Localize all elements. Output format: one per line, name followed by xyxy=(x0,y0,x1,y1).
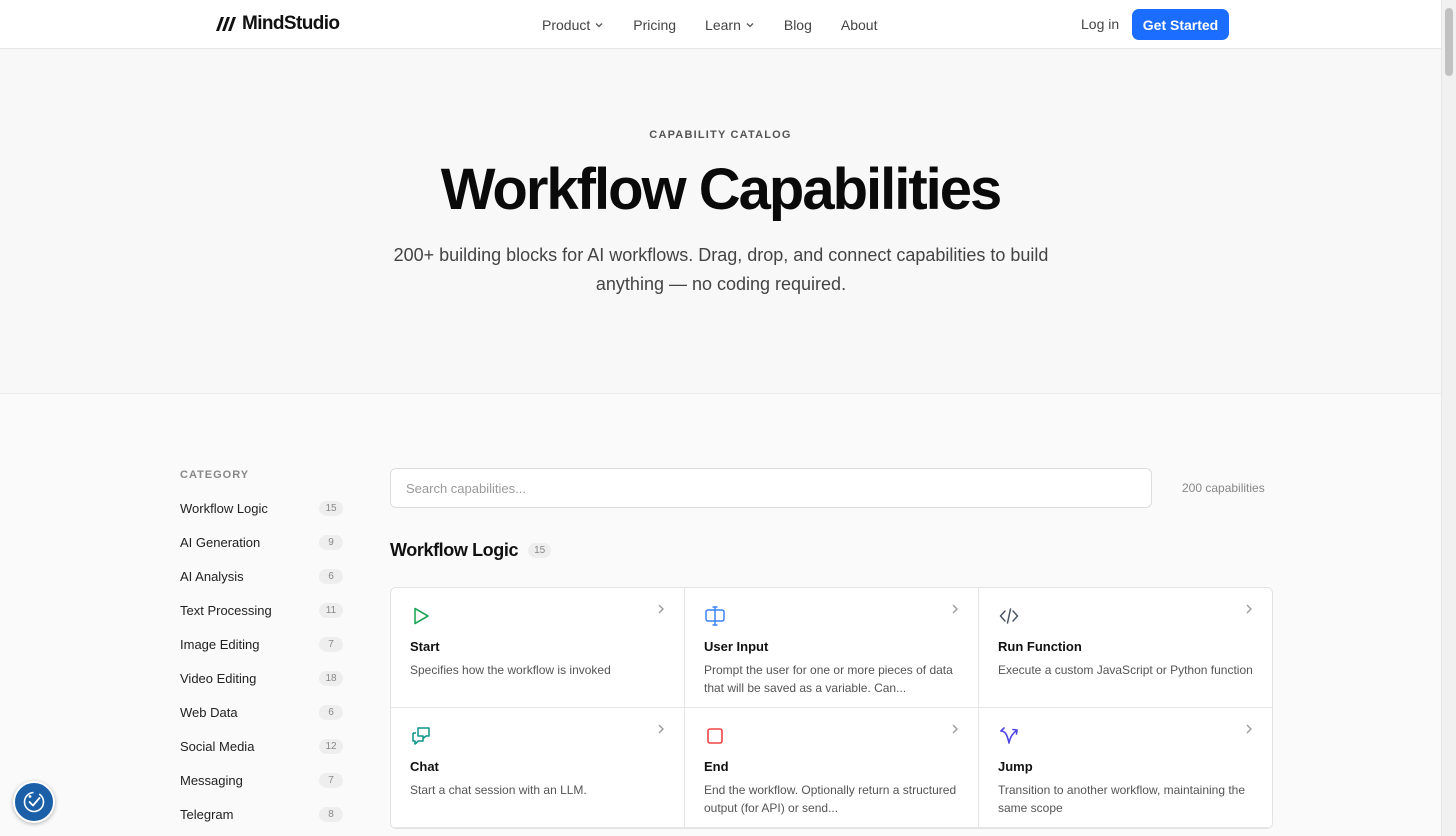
category-item-messaging[interactable]: Messaging 7 xyxy=(180,763,343,797)
chat-icon xyxy=(412,727,430,745)
card-title: Chat xyxy=(410,759,439,774)
category-count-badge: 8 xyxy=(319,806,343,822)
category-item-video-editing[interactable]: Video Editing 18 xyxy=(180,661,343,695)
scrollbar-thumb[interactable] xyxy=(1445,8,1453,76)
page-title: Workflow Capabilities xyxy=(440,157,1003,222)
card-description: Specifies how the workflow is invoked xyxy=(410,663,611,677)
chevron-right-icon xyxy=(952,724,958,734)
accessibility-check-icon xyxy=(23,791,45,813)
capability-count: 200 capabilities xyxy=(1182,481,1265,495)
category-count-badge: 15 xyxy=(319,500,343,516)
capability-card-start[interactable]: Start Specifies how the workflow is invo… xyxy=(391,588,685,708)
card-title: Run Function xyxy=(998,639,1082,654)
category-item-workflow-logic[interactable]: Workflow Logic 15 xyxy=(180,491,343,525)
chevron-down-icon xyxy=(746,22,754,27)
nav-pricing[interactable]: Pricing xyxy=(633,17,676,33)
logo[interactable]: MindStudio xyxy=(214,13,340,35)
card-title: User Input xyxy=(704,639,769,654)
main-nav: Product Pricing Learn Blog About xyxy=(542,0,877,49)
search-input[interactable] xyxy=(390,468,1152,508)
category-item-social-media[interactable]: Social Media 12 xyxy=(180,729,343,763)
category-label: AI Generation xyxy=(180,534,261,550)
nav-product[interactable]: Product xyxy=(542,17,604,33)
category-count-badge: 6 xyxy=(319,568,343,584)
card-description: Prompt the user for one or more pieces o… xyxy=(704,663,953,695)
chevron-down-icon xyxy=(595,22,603,27)
logo-text: MindStudio xyxy=(242,13,340,34)
category-count-badge: 18 xyxy=(319,670,343,686)
get-started-button[interactable]: Get Started xyxy=(1132,9,1229,40)
section-count-badge: 15 xyxy=(528,543,552,558)
section-heading: Workflow Logic 15 xyxy=(390,540,552,561)
page-scrollbar[interactable] xyxy=(1441,0,1456,836)
site-header: MindStudio Product Pricing Learn Blog Ab… xyxy=(0,0,1441,49)
code-icon xyxy=(999,608,1019,624)
category-list: Workflow Logic 15 AI Generation 9 AI Ana… xyxy=(180,491,343,831)
nav-label: Blog xyxy=(783,16,812,33)
hero-eyebrow: CAPABILITY CATALOG xyxy=(649,129,792,141)
category-label: Image Editing xyxy=(180,636,260,652)
chevron-right-icon xyxy=(658,604,664,614)
play-icon xyxy=(414,607,429,625)
chevron-right-icon xyxy=(952,604,958,614)
category-label: Text Processing xyxy=(180,602,272,618)
card-description: Start a chat session with an LLM. xyxy=(410,783,587,797)
category-count-badge: 7 xyxy=(319,772,343,788)
capability-card-user-input[interactable]: User Input Prompt the user for one or mo… xyxy=(685,588,979,708)
section-title: Workflow Logic xyxy=(390,540,519,560)
card-title: Start xyxy=(410,639,440,654)
category-label: Video Editing xyxy=(180,670,257,686)
category-label: Messaging xyxy=(180,772,243,788)
login-link[interactable]: Log in xyxy=(1081,16,1119,32)
stop-icon xyxy=(707,728,723,744)
nav-label: About xyxy=(840,16,878,33)
category-count-badge: 12 xyxy=(319,738,343,754)
category-count-badge: 9 xyxy=(319,534,343,550)
logo-mark-icon xyxy=(216,17,236,31)
category-label: Workflow Logic xyxy=(180,500,268,516)
card-description: Transition to another workflow, maintain… xyxy=(998,783,1246,815)
category-label: Social Media xyxy=(180,738,255,754)
card-description: Execute a custom JavaScript or Python fu… xyxy=(998,663,1253,677)
capability-card-run-function[interactable]: Run Function Execute a custom JavaScript… xyxy=(979,588,1272,708)
nav-about[interactable]: About xyxy=(841,17,878,33)
hero-subtitle: 200+ building blocks for AI workflows. D… xyxy=(393,245,1049,294)
nav-label: Product xyxy=(542,16,591,33)
category-item-ai-generation[interactable]: AI Generation 9 xyxy=(180,525,343,559)
capability-card-chat[interactable]: Chat Start a chat session with an LLM. xyxy=(391,708,685,828)
chevron-right-icon xyxy=(658,724,664,734)
category-heading: CATEGORY xyxy=(180,469,250,481)
accessibility-widget-button[interactable] xyxy=(13,781,55,823)
capability-card-jump[interactable]: Jump Transition to another workflow, mai… xyxy=(979,708,1272,828)
category-item-telegram[interactable]: Telegram 8 xyxy=(180,797,343,831)
category-item-web-data[interactable]: Web Data 6 xyxy=(180,695,343,729)
category-label: AI Analysis xyxy=(180,568,244,584)
chevron-right-icon xyxy=(1246,604,1252,614)
category-item-ai-analysis[interactable]: AI Analysis 6 xyxy=(180,559,343,593)
chevron-right-icon xyxy=(1246,724,1252,734)
capability-grid: Start Specifies how the workflow is invo… xyxy=(390,587,1273,829)
user-input-icon xyxy=(705,606,725,626)
category-label: Telegram xyxy=(180,806,234,822)
category-label: Web Data xyxy=(180,704,238,720)
hero-section: CAPABILITY CATALOG Workflow Capabilities… xyxy=(0,49,1441,394)
card-description: End the workflow. Optionally return a st… xyxy=(704,783,957,815)
nav-label: Pricing xyxy=(633,16,677,33)
nav-blog[interactable]: Blog xyxy=(784,17,812,33)
category-count-badge: 11 xyxy=(319,602,343,618)
category-item-text-processing[interactable]: Text Processing 11 xyxy=(180,593,343,627)
capability-card-end[interactable]: End End the workflow. Optionally return … xyxy=(685,708,979,828)
branch-icon xyxy=(1000,727,1018,744)
category-item-image-editing[interactable]: Image Editing 7 xyxy=(180,627,343,661)
category-count-badge: 6 xyxy=(319,704,343,720)
category-count-badge: 7 xyxy=(319,636,343,652)
nav-label: Learn xyxy=(705,16,741,33)
card-title: End xyxy=(704,759,729,774)
card-title: Jump xyxy=(998,759,1033,774)
nav-learn[interactable]: Learn xyxy=(705,17,755,33)
